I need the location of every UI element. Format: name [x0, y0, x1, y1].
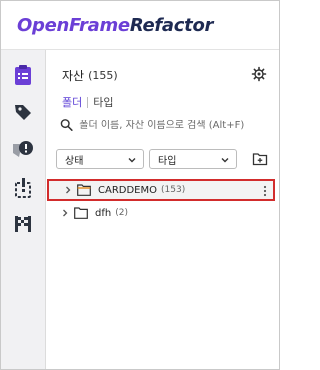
rail-item-tags[interactable] — [9, 98, 37, 126]
folder-icon — [77, 184, 91, 196]
side-rail — [1, 50, 46, 369]
status-filter-select[interactable]: 상태 — [56, 149, 144, 169]
status-filter-label: 상태 — [65, 155, 84, 167]
brand-name-part1: OpenFrame — [17, 14, 130, 36]
panel-header: 자산 (155) — [62, 66, 267, 84]
page-title: 자산 — [62, 68, 85, 83]
search-bar — [60, 116, 269, 134]
rail-item-alerts[interactable] — [9, 136, 37, 164]
tree-item-count: (2) — [115, 208, 128, 218]
search-input[interactable] — [79, 119, 269, 131]
type-filter-select[interactable]: 타입 — [149, 149, 237, 169]
app-window: OpenFrameRefactor 자산 (155) 폴더 타입 폴더 이름, … — [0, 0, 280, 370]
clipboard-list-icon — [15, 65, 31, 85]
type-filter-label: 타입 — [158, 155, 177, 167]
more-options-icon[interactable] — [263, 185, 267, 197]
chevron-right-icon[interactable] — [60, 208, 70, 218]
tree-item-dfh[interactable]: dfh (2) — [46, 202, 279, 224]
rail-item-assets[interactable] — [9, 61, 37, 89]
tab-divider — [87, 96, 89, 108]
brand-logo: OpenFrameRefactor — [17, 15, 213, 36]
alert-icon — [13, 141, 33, 157]
tree-item-carddemo[interactable]: CARDDEMO (153) — [47, 179, 275, 201]
chevron-down-icon — [128, 158, 136, 163]
new-folder-button[interactable] — [251, 150, 269, 168]
tab-folder[interactable]: 폴더 — [62, 94, 82, 110]
tab-type[interactable]: 타입 — [93, 94, 113, 110]
tree-item-label: dfh — [95, 207, 112, 219]
view-tabs: 폴더 타입 — [62, 94, 114, 110]
asset-count: (155) — [88, 68, 118, 82]
assets-panel: 자산 (155) 폴더 타입 폴더 이름, 자산 이름으로 검색 (Alt+F)… — [46, 50, 279, 369]
finish-flag-icon — [15, 216, 31, 232]
rail-item-flag[interactable] — [9, 210, 37, 238]
gear-icon[interactable] — [251, 66, 267, 82]
search-icon — [60, 119, 73, 131]
chevron-right-icon[interactable] — [63, 185, 73, 195]
tree-item-count: (153) — [161, 185, 186, 195]
tree-item-label: CARDDEMO — [98, 184, 157, 196]
brand-name-part2: Refactor — [129, 14, 214, 36]
folder-icon — [74, 207, 88, 219]
tag-icon — [15, 105, 31, 120]
folder-add-icon — [252, 153, 268, 166]
rail-item-issues[interactable] — [9, 174, 37, 202]
chevron-down-icon — [221, 158, 229, 163]
issue-icon — [15, 178, 31, 198]
filter-bar: 상태 타입 — [56, 149, 269, 171]
app-header: OpenFrameRefactor — [1, 1, 279, 50]
